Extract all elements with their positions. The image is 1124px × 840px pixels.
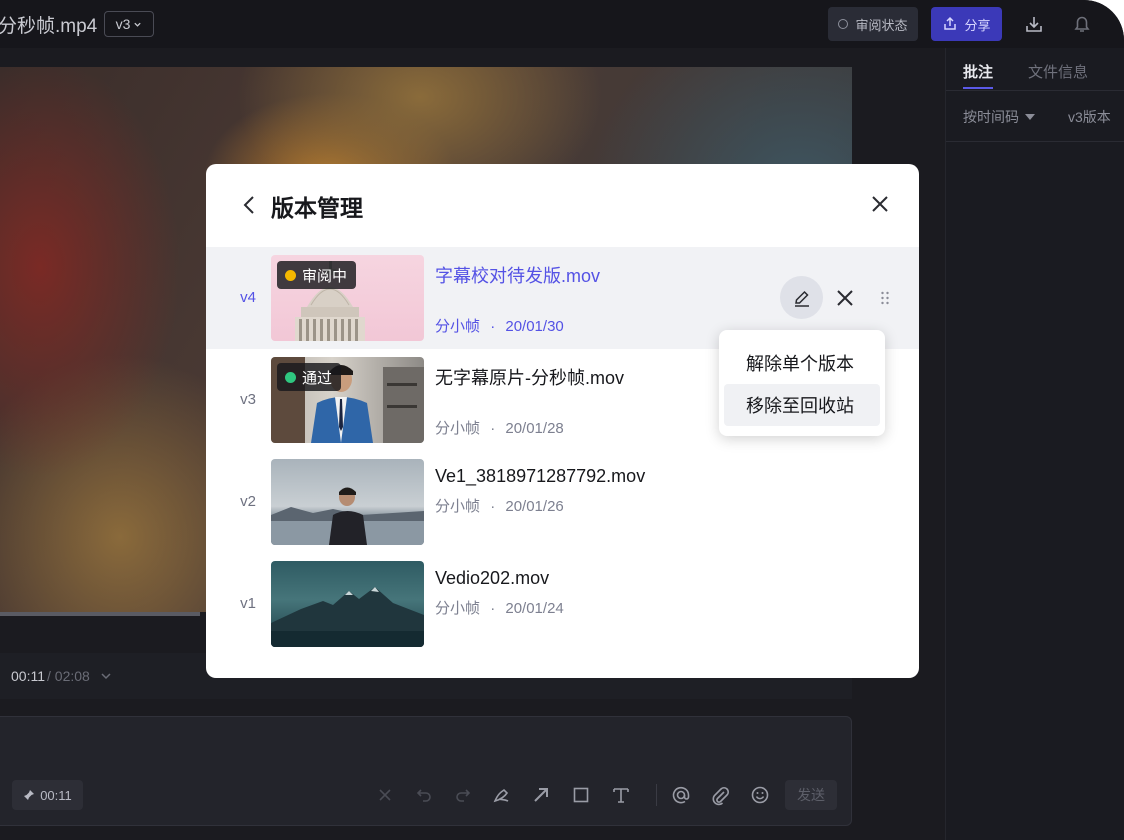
- status-badge-label: 审阅中: [302, 267, 348, 285]
- video-thumbnail[interactable]: 通过: [271, 357, 424, 443]
- emoji-icon[interactable]: [749, 784, 771, 806]
- dialog-title: 版本管理: [271, 195, 363, 221]
- version-filter-dropdown[interactable]: v3版本: [1068, 107, 1111, 127]
- version-meta: 分小帧 · 20/01/28: [435, 417, 564, 438]
- send-button[interactable]: 发送: [785, 780, 837, 810]
- version-selector[interactable]: v3: [104, 11, 154, 37]
- version-file-name[interactable]: 字幕校对待发版.mov: [435, 262, 600, 288]
- active-tab-indicator: [963, 87, 993, 89]
- share-button[interactable]: 分享: [931, 7, 1002, 41]
- back-icon[interactable]: [240, 193, 260, 217]
- version-number: v2: [240, 493, 256, 510]
- chevron-down-icon: [101, 673, 111, 680]
- review-status-label: 审阅状态: [855, 17, 908, 33]
- version-context-menu: 解除单个版本 移除至回收站: [719, 330, 885, 436]
- pin-icon: [24, 790, 35, 800]
- version-filter-label: v3版本: [1068, 109, 1111, 125]
- download-icon[interactable]: [1023, 13, 1045, 35]
- man-by-lake-image: [271, 487, 424, 545]
- version-number: v1: [240, 595, 256, 612]
- author: 分小帧: [435, 318, 481, 335]
- mountain-landscape-image: [271, 587, 424, 647]
- version-file-name[interactable]: 无字幕原片-分秒帧.mov: [435, 364, 624, 390]
- redo-icon[interactable]: [452, 784, 474, 806]
- remove-version-icon[interactable]: [833, 286, 857, 310]
- sort-label: 按时间码: [963, 109, 1019, 125]
- date: 20/01/26: [505, 498, 564, 515]
- total-time-label: / 02:08: [47, 668, 90, 684]
- version-number: v3: [240, 391, 256, 408]
- pen-icon[interactable]: [491, 784, 513, 806]
- mention-icon[interactable]: [670, 784, 692, 806]
- version-meta: 分小帧 · 20/01/24: [435, 597, 564, 618]
- menu-item-move-to-trash[interactable]: 移除至回收站: [724, 384, 880, 426]
- author: 分小帧: [435, 600, 481, 617]
- file-title: 分秒帧.mp4: [0, 16, 98, 37]
- notification-icon[interactable]: [1071, 13, 1093, 35]
- toolbar-divider: [656, 784, 657, 806]
- status-badge: 审阅中: [277, 261, 357, 289]
- date: 20/01/24: [505, 600, 564, 617]
- caret-down-icon: [1025, 114, 1035, 120]
- video-thumbnail[interactable]: 审阅中: [271, 255, 424, 341]
- chevron-down-icon: [134, 22, 142, 27]
- separator: ·: [490, 420, 496, 437]
- tab-annotations[interactable]: 批注: [963, 61, 993, 82]
- status-badge-label: 通过: [302, 369, 333, 387]
- share-icon: [944, 16, 957, 30]
- tab-file-info[interactable]: 文件信息: [1028, 61, 1088, 82]
- edit-button[interactable]: [780, 276, 823, 319]
- current-time: 00:11: [11, 668, 45, 684]
- comment-input[interactable]: [0, 716, 852, 826]
- review-status-button[interactable]: 审阅状态: [828, 7, 918, 41]
- version-meta: 分小帧 · 20/01/26: [435, 495, 564, 516]
- status-dot: [285, 371, 296, 383]
- status-dot: [285, 269, 296, 281]
- menu-item-unlink-version[interactable]: 解除单个版本: [724, 342, 880, 384]
- rectangle-icon[interactable]: [570, 784, 592, 806]
- close-icon[interactable]: [374, 784, 396, 806]
- share-label: 分享: [964, 17, 991, 33]
- panel-divider: [946, 90, 1124, 91]
- version-row[interactable]: v2 Ve1_3818971287792.mov 分小帧 · 20/01/26: [206, 451, 919, 553]
- separator: ·: [490, 498, 496, 515]
- separator: ·: [490, 600, 496, 617]
- arrow-icon[interactable]: [530, 784, 552, 806]
- undo-icon[interactable]: [413, 784, 435, 806]
- date: 20/01/28: [505, 420, 564, 437]
- author: 分小帧: [435, 498, 481, 515]
- timecode-label: 00:11: [40, 787, 72, 803]
- edit-pencil-icon: [794, 290, 809, 307]
- video-thumbnail[interactable]: [271, 561, 424, 647]
- version-label: v3: [115, 16, 131, 32]
- version-file-name[interactable]: Vedio202.mov: [435, 568, 549, 589]
- version-number: v4: [240, 289, 256, 306]
- timecode-sort-dropdown[interactable]: 按时间码: [963, 107, 1035, 127]
- total-time[interactable]: / 02:08: [47, 668, 112, 684]
- separator: ·: [490, 318, 496, 335]
- status-indicator-icon: [838, 19, 849, 29]
- panel-divider: [946, 141, 1124, 142]
- version-row[interactable]: v1 Vedio202.mov 分小帧 · 20/01/24: [206, 553, 919, 655]
- video-thumbnail[interactable]: [271, 459, 424, 545]
- status-badge: 通过: [277, 363, 342, 391]
- right-panel: [945, 48, 1124, 840]
- video-progress-bar[interactable]: [0, 612, 200, 616]
- drag-handle-icon[interactable]: [880, 290, 890, 306]
- version-file-name[interactable]: Ve1_3818971287792.mov: [435, 466, 645, 487]
- date: 20/01/30: [505, 318, 564, 335]
- close-icon[interactable]: [868, 192, 892, 216]
- text-icon[interactable]: [610, 784, 632, 806]
- version-meta: 分小帧 · 20/01/30: [435, 315, 564, 336]
- attachment-icon[interactable]: [709, 784, 731, 806]
- author: 分小帧: [435, 420, 481, 437]
- timecode-pin-button[interactable]: 00:11: [12, 780, 83, 810]
